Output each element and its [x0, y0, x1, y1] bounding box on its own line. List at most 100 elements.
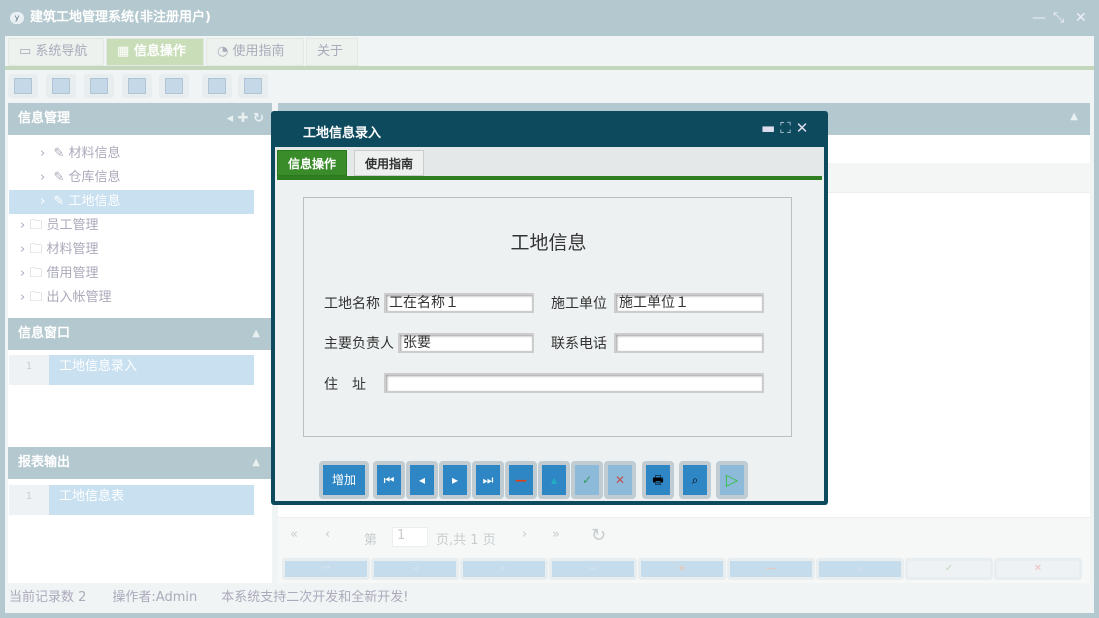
grid-save-button[interactable]: ✓ [905, 558, 993, 580]
first-icon: ⏮ [285, 561, 367, 577]
next-page-icon[interactable]: › [522, 527, 527, 542]
dialog-tab-line [277, 176, 822, 180]
minus-icon: — [730, 561, 812, 577]
report-item[interactable]: 1 工地信息表 [9, 485, 254, 515]
dialog-controls[interactable]: ▬⛶✕ [761, 119, 813, 137]
grid-delete-button[interactable]: — [727, 558, 815, 580]
info-window-item[interactable]: 1 工地信息录入 [9, 355, 254, 385]
print-button[interactable]: 🖶 [642, 461, 674, 499]
maximize-icon[interactable]: ⛶ [780, 119, 796, 137]
tree-item-staff[interactable]: › 🗀 员工管理 [20, 214, 98, 238]
minimize-icon[interactable]: ▬ [761, 119, 780, 137]
grid-next-button[interactable]: ▸ [460, 558, 548, 580]
screen-icon [165, 78, 183, 94]
search-icon [14, 78, 32, 94]
print-icon [244, 78, 262, 94]
tab-info-ops[interactable]: ▦ 信息操作 [106, 38, 204, 66]
phone-input[interactable] [614, 333, 764, 353]
preview-icon: ⌕ [683, 465, 707, 495]
cancel-button[interactable]: ✕ [604, 461, 636, 499]
export-tool-button[interactable] [202, 74, 232, 98]
tab-guide[interactable]: ◔ 使用指南 [206, 38, 304, 66]
screen-tool-button[interactable] [159, 74, 189, 98]
plus-icon: + [641, 561, 723, 577]
play-icon: ▷ [720, 465, 744, 495]
add-button[interactable]: 增加 [319, 461, 369, 499]
collapse-icon[interactable]: ▲ [1070, 111, 1078, 122]
page-total: 页,共 1 页 [436, 533, 496, 548]
dialog-tab-guide[interactable]: 使用指南 [354, 150, 425, 176]
check-icon: ✓ [908, 561, 990, 577]
last-icon: ⏭ [552, 561, 634, 577]
window-title: 建筑工地管理系统(非注册用户) [0, 0, 1099, 36]
list-tool-button[interactable] [46, 74, 76, 98]
tab-system-nav[interactable]: ▭ 系统导航 [8, 38, 104, 66]
grid-last-button[interactable]: ⏭ [549, 558, 637, 580]
search-tool-button[interactable] [8, 74, 38, 98]
edit-button[interactable]: ▴ [538, 461, 570, 499]
next-icon: ▸ [443, 465, 467, 495]
print-tool-button[interactable] [238, 74, 268, 98]
nav-icon: ▭ [19, 44, 36, 59]
tree-item-site[interactable]: › ✎ 工地信息 [9, 190, 254, 214]
maximize-button[interactable]: ⤡ [1053, 10, 1064, 26]
close-icon[interactable]: ✕ [796, 119, 814, 137]
prev-icon: ◂ [374, 561, 456, 577]
prev-page-icon[interactable]: ‹ [325, 527, 330, 542]
info-mgmt-header: 信息管理 ◂ ✚ ↻ [8, 103, 272, 135]
tree-item-material[interactable]: › ✎ 材料信息 [40, 142, 121, 166]
help-icon: ◔ [217, 44, 233, 59]
grid-prev-button[interactable]: ◂ [371, 558, 459, 580]
minimize-button[interactable]: — [1032, 10, 1046, 26]
dialog-tab-ops[interactable]: 信息操作 [277, 150, 348, 176]
site-name-input[interactable]: 工在名称１ [384, 293, 534, 313]
page-input[interactable]: 1 [392, 527, 428, 547]
save-button[interactable]: ✓ [571, 461, 603, 499]
refresh-icon[interactable]: ↻ [591, 525, 606, 546]
next-icon: ▸ [463, 561, 545, 577]
grid-first-button[interactable]: ⏮ [282, 558, 370, 580]
close-button[interactable]: ✕ [1075, 10, 1087, 26]
delete-button[interactable]: — [505, 461, 537, 499]
tab-divider [5, 66, 1094, 70]
tab-about[interactable]: 关于 [306, 38, 358, 66]
tree-item-materials-mgmt[interactable]: › 🗀 材料管理 [20, 238, 98, 262]
builder-input[interactable]: 施工单位１ [614, 293, 764, 313]
panel-tools-icon[interactable]: ◂ ✚ ↻ [227, 103, 264, 135]
grid-add-button[interactable]: + [638, 558, 726, 580]
preview-button[interactable]: ⌕ [679, 461, 711, 499]
next-record-button[interactable]: ▸ [439, 461, 471, 499]
tree-item-accounts[interactable]: › 🗀 出入帐管理 [20, 286, 111, 310]
form-title: 工地信息 [510, 232, 587, 254]
dialog-body: 信息操作 使用指南 工地信息 工地名称 工在名称１ 施工单位 施工单位１ 主要负… [275, 147, 824, 501]
prev-icon: ◂ [410, 465, 434, 495]
prev-record-button[interactable]: ◂ [406, 461, 438, 499]
document-tool-button[interactable] [84, 74, 114, 98]
last-record-button[interactable]: ⏭ [472, 461, 504, 499]
collapse-icon[interactable]: ▲ [252, 447, 260, 479]
run-button[interactable]: ▷ [716, 461, 748, 499]
collapse-icon[interactable]: ▲ [252, 318, 260, 350]
address-label: 住 址 [324, 377, 366, 393]
first-page-icon[interactable]: « [290, 527, 298, 542]
tree-item-borrow[interactable]: › 🗀 借用管理 [20, 262, 98, 286]
export-icon [208, 78, 226, 94]
grid-up-button[interactable]: ▴ [816, 558, 904, 580]
user-tool-button[interactable] [122, 74, 152, 98]
tree-item-warehouse[interactable]: › ✎ 仓库信息 [40, 166, 121, 190]
document-icon [90, 78, 108, 94]
check-icon: ✓ [575, 465, 599, 495]
page-label: 第 [364, 533, 378, 548]
app-logo-icon: y [10, 12, 24, 24]
list-icon [52, 78, 70, 94]
last-page-icon[interactable]: » [552, 527, 560, 542]
grid-icon: ▦ [117, 44, 134, 59]
minus-icon: — [509, 465, 533, 495]
info-window-header: 信息窗口 ▲ [8, 318, 272, 350]
grid-cancel-button[interactable]: ✕ [994, 558, 1082, 580]
address-input[interactable] [384, 373, 764, 393]
status-bar: 当前记录数 2 操作者:Admin 本系统支持二次开发和全新开发! [9, 590, 409, 605]
first-record-button[interactable]: ⏮ [373, 461, 405, 499]
manager-input[interactable]: 张要 [398, 333, 534, 353]
builder-label: 施工单位 [551, 296, 607, 312]
